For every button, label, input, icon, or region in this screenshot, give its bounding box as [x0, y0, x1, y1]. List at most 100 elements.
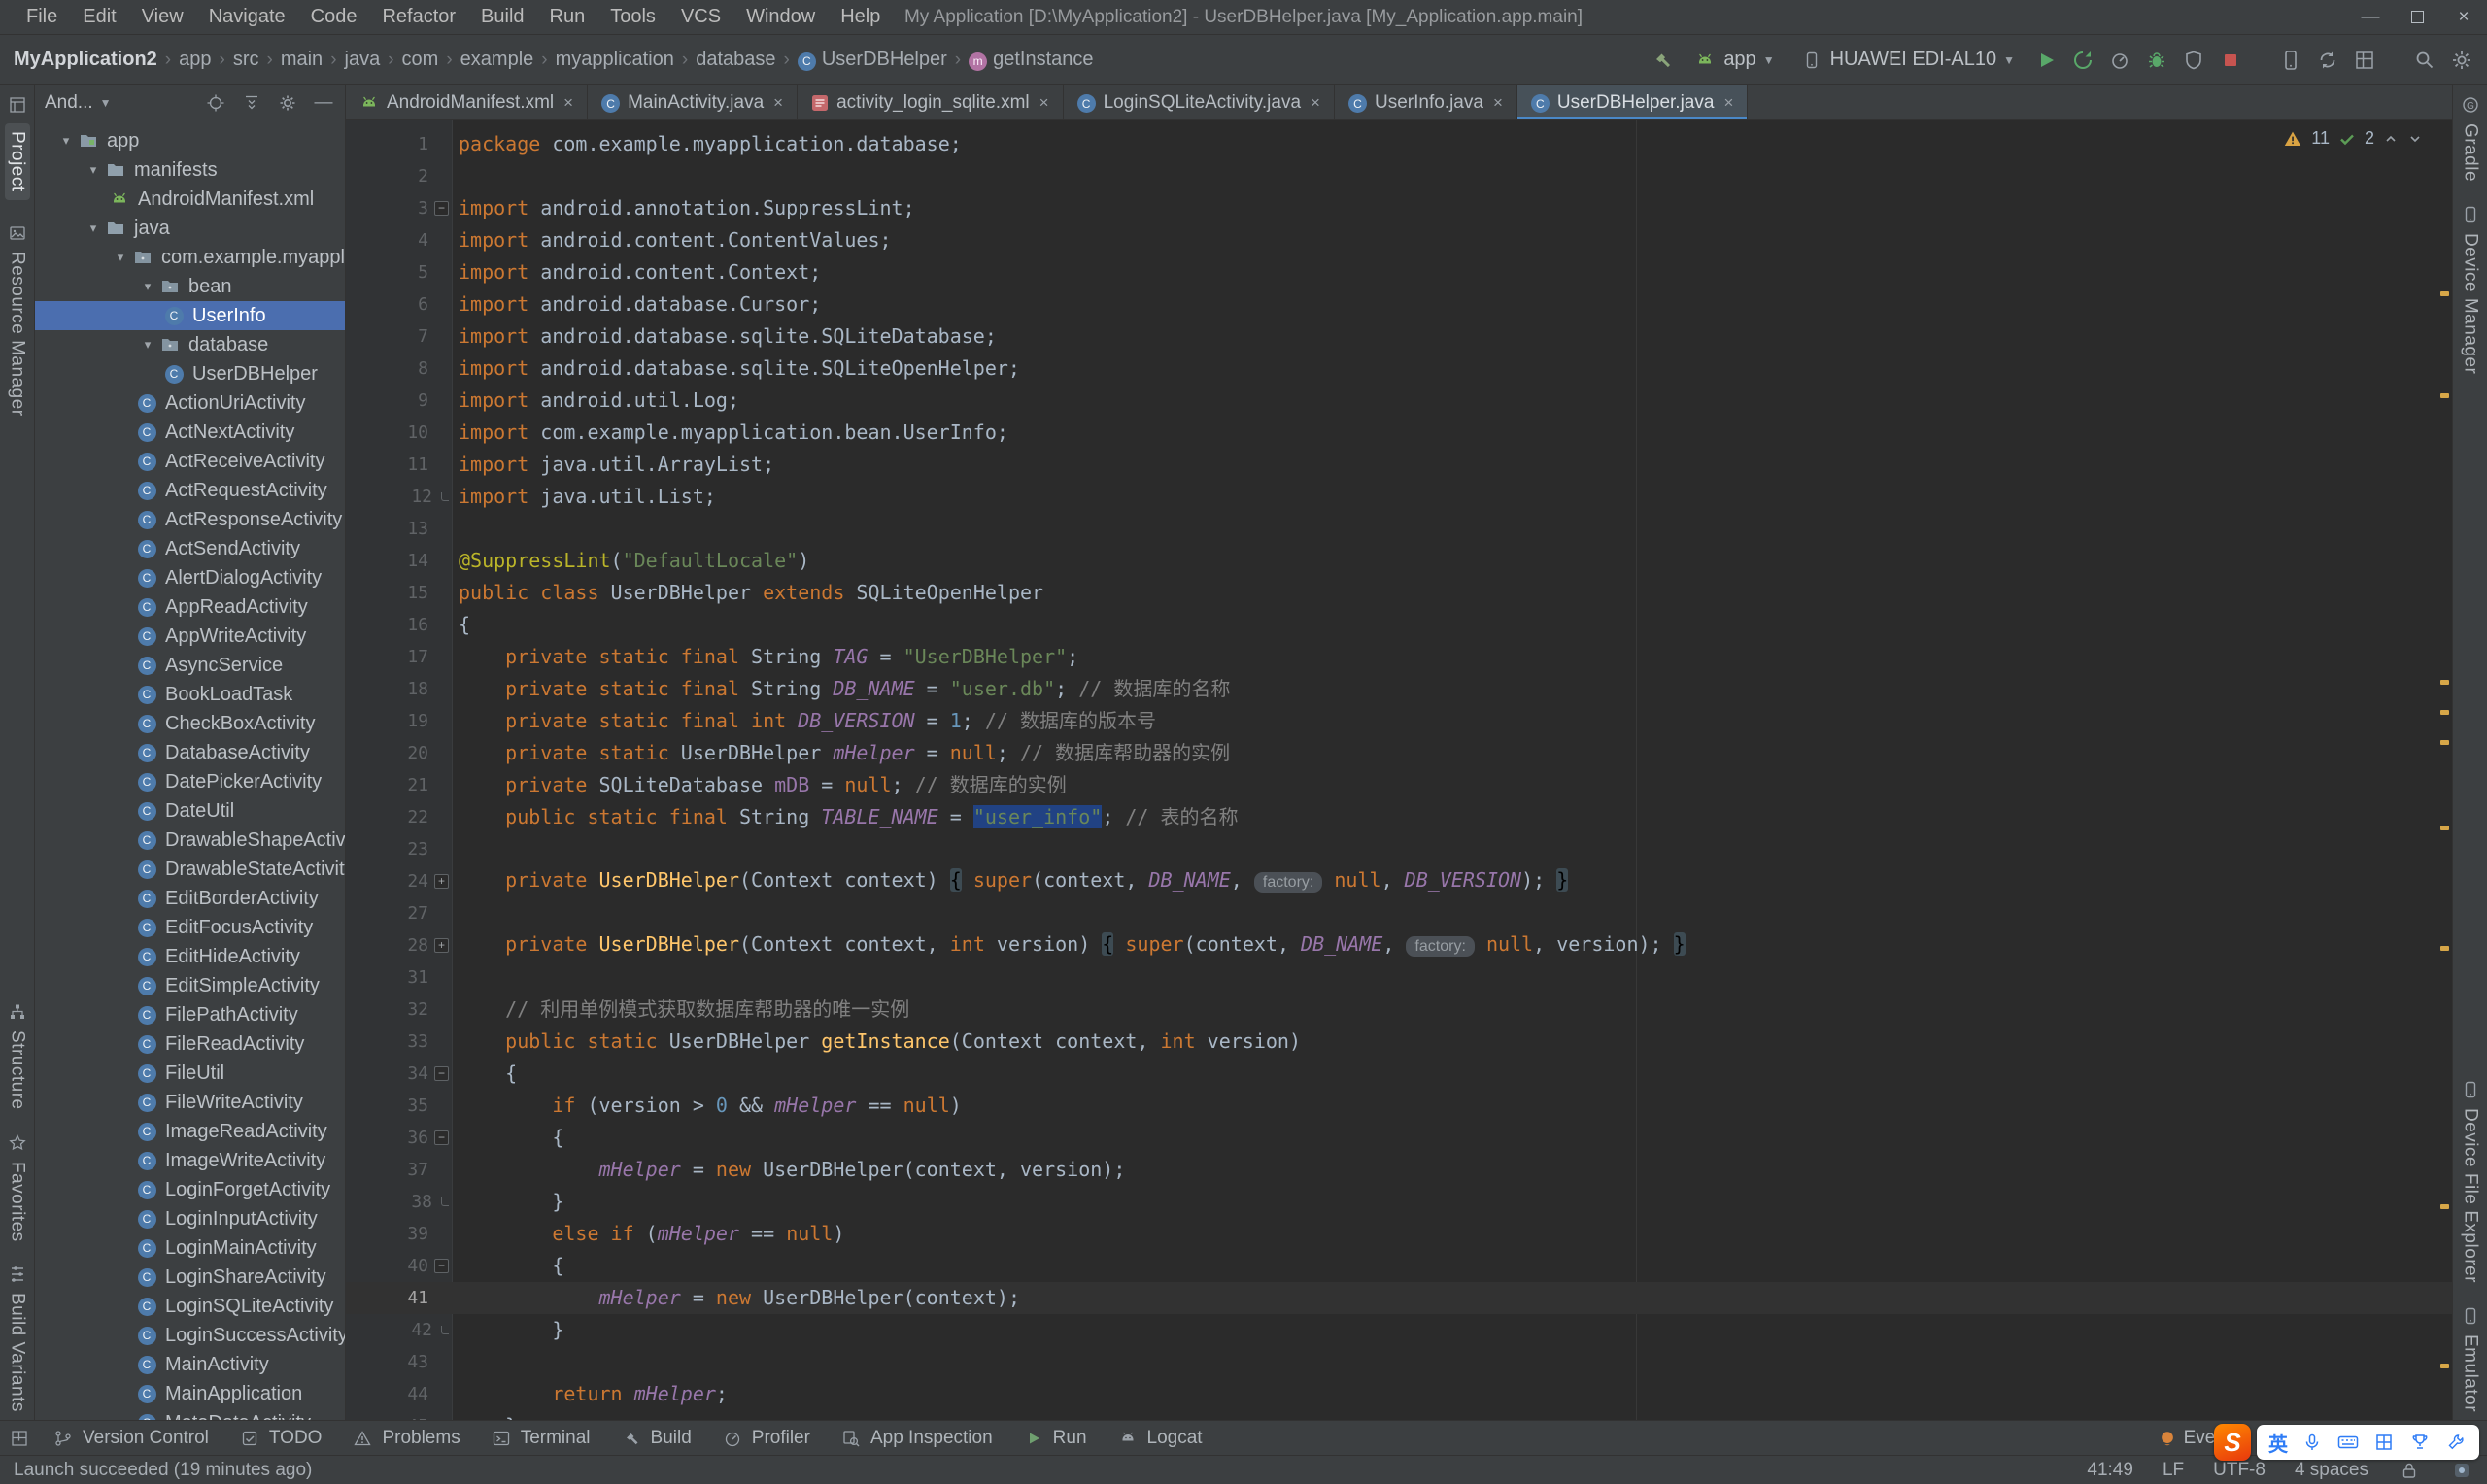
code-line-39[interactable]: 39 else if (mHelper == null)	[346, 1218, 2452, 1250]
menu-code[interactable]: Code	[298, 0, 370, 34]
tool-window-button-profiler[interactable]: Profiler	[706, 1421, 825, 1456]
tool-window-button-terminal[interactable]: Terminal	[475, 1421, 605, 1456]
tree-item-MainApplication[interactable]: C MainApplication	[35, 1379, 345, 1408]
device-dropdown[interactable]: HUAWEI EDI-AL10 ▼	[1794, 47, 2021, 74]
warning-mark-icon[interactable]	[2440, 291, 2449, 296]
code-line-21[interactable]: 21 private SQLiteDatabase mDB = null; //…	[346, 769, 2452, 801]
code-line-15[interactable]: 15 public class UserDBHelper extends SQLi…	[346, 577, 2452, 609]
breadcrumb-database[interactable]: database	[696, 49, 775, 71]
code-text[interactable]: import android.util.Log;	[453, 385, 739, 417]
code-line-32[interactable]: 32 // 利用单例模式获取数据库帮助器的唯一实例	[346, 994, 2452, 1026]
tree-item-ActNextActivity[interactable]: C ActNextActivity	[35, 418, 345, 447]
stripe-tab-favorites[interactable]: Favorites	[6, 1131, 29, 1241]
tree-item-java[interactable]: ▾ java	[35, 214, 345, 243]
gutter-line-4[interactable]: 4	[346, 224, 453, 256]
ime-wrench-icon[interactable]	[2444, 1431, 2468, 1454]
tree-item-AlertDialogActivity[interactable]: C AlertDialogActivity	[35, 563, 345, 592]
code-line-20[interactable]: 20 private static UserDBHelper mHelper =…	[346, 737, 2452, 769]
code-text[interactable]: }	[453, 1314, 563, 1346]
gutter-line-16[interactable]: 16	[346, 609, 453, 641]
sync-icon[interactable]	[2316, 49, 2339, 72]
code-line-13[interactable]: 13	[346, 513, 2452, 545]
tree-item-CheckBoxActivity[interactable]: C CheckBoxActivity	[35, 709, 345, 738]
ime-trophy-icon[interactable]	[2408, 1431, 2432, 1454]
menu-tools[interactable]: Tools	[597, 0, 668, 34]
code-line-17[interactable]: 17 private static final String TAG = "Us…	[346, 641, 2452, 673]
code-line-43[interactable]: 43	[346, 1346, 2452, 1378]
device-manager-icon[interactable]	[2279, 49, 2302, 72]
tree-item-LoginForgetActivity[interactable]: C LoginForgetActivity	[35, 1175, 345, 1204]
ime-grid-icon[interactable]	[2372, 1431, 2396, 1454]
tree-item-FileWriteActivity[interactable]: C FileWriteActivity	[35, 1088, 345, 1117]
menu-view[interactable]: View	[129, 0, 196, 34]
tree-item-ImageReadActivity[interactable]: C ImageReadActivity	[35, 1117, 345, 1146]
code-text[interactable]: import android.database.Cursor;	[453, 288, 821, 320]
tree-item-EditHideActivity[interactable]: C EditHideActivity	[35, 942, 345, 971]
tree-item-DateUtil[interactable]: C DateUtil	[35, 796, 345, 826]
stop-icon[interactable]	[2219, 49, 2242, 72]
file-encoding[interactable]: UTF-8	[2213, 1460, 2266, 1481]
tree-item-LoginSQLiteActivity[interactable]: C LoginSQLiteActivity	[35, 1292, 345, 1321]
tree-item-ActResponseActivity[interactable]: C ActResponseActivity	[35, 505, 345, 534]
chevron-expanded-icon[interactable]: ▾	[54, 133, 78, 149]
code-line-40[interactable]: 40− {	[346, 1250, 2452, 1282]
tree-item-MainActivity[interactable]: C MainActivity	[35, 1350, 345, 1379]
close-tab-icon[interactable]: ×	[1311, 93, 1320, 113]
stripe-tab-gradle[interactable]: G Gradle	[2459, 93, 2482, 182]
gutter-line-37[interactable]: 37	[346, 1154, 453, 1186]
tree-item-com.example.myapplication[interactable]: ▾ com.example.myapplication	[35, 243, 345, 272]
inspection-widget[interactable]: 11 2	[2283, 128, 2423, 149]
gutter-line-6[interactable]: 6	[346, 288, 453, 320]
code-text[interactable]: private static final String TAG = "UserD…	[453, 641, 1078, 673]
next-warning-icon[interactable]	[2407, 131, 2423, 147]
code-line-19[interactable]: 19 private static final int DB_VERSION =…	[346, 705, 2452, 737]
menu-help[interactable]: Help	[828, 0, 893, 34]
code-text[interactable]: private SQLiteDatabase mDB = null; // 数据…	[453, 769, 1067, 801]
warning-mark-icon[interactable]	[2440, 946, 2449, 951]
tree-item-manifests[interactable]: ▾ manifests	[35, 155, 345, 185]
error-stripe[interactable]	[2436, 120, 2452, 1420]
close-tab-icon[interactable]: ×	[1493, 93, 1503, 113]
breadcrumb-myapplication[interactable]: myapplication	[556, 49, 674, 71]
tab-UserDBHelper.java[interactable]: C UserDBHelper.java ×	[1516, 85, 1749, 119]
code-text[interactable]: import java.util.ArrayList;	[453, 449, 774, 481]
gutter-line-11[interactable]: 11	[346, 449, 453, 481]
close-tab-icon[interactable]: ×	[773, 93, 783, 113]
tree-item-ActSendActivity[interactable]: C ActSendActivity	[35, 534, 345, 563]
editor[interactable]: 1 package com.example.myapplication.datab…	[346, 120, 2452, 1420]
tool-window-button-todo[interactable]: TODO	[223, 1421, 337, 1456]
code-text[interactable]: mHelper = new UserDBHelper(context);	[453, 1282, 1021, 1314]
tool-window-button-build[interactable]: Build	[605, 1421, 706, 1456]
tree-item-UserInfo[interactable]: C UserInfo	[35, 301, 345, 330]
code-line-36[interactable]: 36− {	[346, 1122, 2452, 1154]
code-line-31[interactable]: 31	[346, 961, 2452, 994]
code-text[interactable]: private static final int DB_VERSION = 1;…	[453, 705, 1156, 737]
menu-file[interactable]: File	[14, 0, 70, 34]
code-text[interactable]: @SuppressLint("DefaultLocale")	[453, 545, 809, 577]
tree-item-DrawableShapeActivity[interactable]: C DrawableShapeActivity	[35, 826, 345, 855]
tree-item-ActReceiveActivity[interactable]: C ActReceiveActivity	[35, 447, 345, 476]
code-line-37[interactable]: 37 mHelper = new UserDBHelper(context, v…	[346, 1154, 2452, 1186]
tree-item-EditSimpleActivity[interactable]: C EditSimpleActivity	[35, 971, 345, 1000]
coverage-icon[interactable]	[2182, 49, 2205, 72]
gutter-line-41[interactable]: 41	[346, 1282, 453, 1314]
tree-item-ActionUriActivity[interactable]: C ActionUriActivity	[35, 388, 345, 418]
settings-icon[interactable]	[2450, 49, 2473, 72]
gutter-line-7[interactable]: 7	[346, 320, 453, 353]
code-line-28[interactable]: 28 + private UserDBHelper(Context context…	[346, 929, 2452, 961]
tree-item-ImageWriteActivity[interactable]: C ImageWriteActivity	[35, 1146, 345, 1175]
tool-window-button-app-inspection[interactable]: App Inspection	[825, 1421, 1007, 1456]
gutter-line-12[interactable]: 12	[346, 481, 453, 513]
tool-window-button-version-control[interactable]: Version Control	[37, 1421, 223, 1456]
tree-item-LoginSuccessActivity[interactable]: C LoginSuccessActivity	[35, 1321, 345, 1350]
tab-AndroidManifest.xml[interactable]: AndroidManifest.xml ×	[346, 85, 589, 119]
tree-item-AndroidManifest.xml[interactable]: AndroidManifest.xml	[35, 185, 345, 214]
breadcrumb-UserDBHelper[interactable]: C UserDBHelper	[797, 49, 947, 71]
gutter-line-38[interactable]: 38	[346, 1186, 453, 1218]
code-text[interactable]: {	[453, 1058, 517, 1090]
gutter-line-34[interactable]: 34−	[346, 1058, 453, 1090]
read-only-lock-icon[interactable]	[2398, 1459, 2421, 1482]
code-text[interactable]: import android.database.sqlite.SQLiteOpe…	[453, 353, 1020, 385]
menu-build[interactable]: Build	[468, 0, 536, 34]
code-line-6[interactable]: 6 import android.database.Cursor;	[346, 288, 2452, 320]
